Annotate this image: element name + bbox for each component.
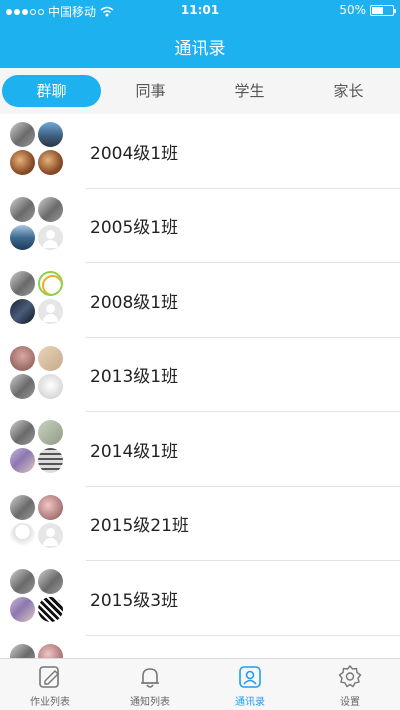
group-avatar xyxy=(10,494,64,549)
tab-group-chat[interactable]: 群聊 xyxy=(2,75,101,107)
member-avatar xyxy=(10,373,35,399)
default-avatar-icon xyxy=(38,299,63,324)
nav-contacts[interactable]: 通讯录 xyxy=(200,659,300,710)
group-avatar xyxy=(10,271,64,325)
member-avatar xyxy=(38,643,63,658)
member-avatar xyxy=(38,373,63,399)
list-item[interactable]: 2005级1班 xyxy=(0,189,400,264)
member-avatar xyxy=(10,299,35,324)
member-avatar xyxy=(38,494,63,520)
list-item[interactable]: 2008级1班 xyxy=(0,263,400,338)
nav-label: 通知列表 xyxy=(130,697,170,708)
member-avatar xyxy=(38,569,63,594)
default-avatar-icon xyxy=(38,224,63,250)
member-avatar xyxy=(38,196,63,222)
member-avatar xyxy=(10,150,35,175)
member-avatar xyxy=(38,150,63,175)
member-avatar xyxy=(10,196,35,222)
tab-students[interactable]: 学生 xyxy=(200,75,299,107)
group-name: 2005级1班 xyxy=(90,218,179,239)
group-name: 2008级1班 xyxy=(90,292,179,313)
nav-label: 通讯录 xyxy=(235,697,265,708)
member-avatar xyxy=(10,643,35,658)
status-right: 50% xyxy=(339,3,396,17)
list-item[interactable]: 2015级3班 xyxy=(0,561,400,636)
group-name: 2013级1班 xyxy=(90,367,179,388)
group-name: 2015级3班 xyxy=(90,590,179,611)
list-item[interactable] xyxy=(0,636,400,658)
nav-label: 作业列表 xyxy=(30,697,70,708)
battery-percent: 50% xyxy=(339,3,366,17)
member-avatar xyxy=(38,448,63,473)
page-title: 通讯录 xyxy=(174,39,226,59)
list-item[interactable]: 2004级1班 xyxy=(0,114,400,189)
member-avatar xyxy=(38,345,63,371)
nav-homework[interactable]: 作业列表 xyxy=(0,659,100,710)
member-avatar xyxy=(10,122,35,147)
member-avatar xyxy=(38,122,63,147)
group-avatar xyxy=(10,643,64,658)
contacts-icon xyxy=(239,666,261,688)
member-avatar xyxy=(10,494,35,520)
nav-notifications[interactable]: 通知列表 xyxy=(100,659,200,710)
battery-icon xyxy=(370,4,396,16)
status-bar: 中国移动 11:01 50% xyxy=(0,0,400,22)
gear-icon xyxy=(338,664,362,688)
group-name: 2014级1班 xyxy=(90,441,179,462)
member-avatar xyxy=(10,597,35,622)
member-avatar xyxy=(10,420,35,445)
group-avatar xyxy=(10,345,64,400)
member-avatar xyxy=(10,448,35,473)
member-avatar xyxy=(10,345,35,371)
member-avatar xyxy=(38,420,63,445)
app-header: 中国移动 11:01 50% 通讯录 xyxy=(0,0,400,68)
group-name: 2004级1班 xyxy=(90,143,179,164)
group-avatar xyxy=(10,569,64,623)
nav-settings[interactable]: 设置 xyxy=(300,659,400,710)
edit-icon xyxy=(39,666,59,688)
group-avatar xyxy=(10,420,64,474)
tab-colleagues[interactable]: 同事 xyxy=(101,75,200,107)
group-name: 2015级21班 xyxy=(90,516,189,537)
member-avatar xyxy=(10,271,35,296)
bell-icon xyxy=(141,668,159,688)
group-avatar xyxy=(10,196,64,251)
group-list: 2004级1班 2005级1班 2008级1班 2013级1班 2014级1班 … xyxy=(0,114,400,658)
member-avatar xyxy=(10,224,35,250)
list-item[interactable]: 2014级1班 xyxy=(0,412,400,487)
bottom-nav: 作业列表 通知列表 通讯录 设置 xyxy=(0,658,400,710)
list-item[interactable]: 2013级1班 xyxy=(0,338,400,413)
member-avatar xyxy=(38,271,63,296)
group-avatar xyxy=(10,122,64,176)
tab-parents[interactable]: 家长 xyxy=(299,75,398,107)
contact-tabs: 群聊 同事 学生 家长 xyxy=(0,68,400,114)
member-avatar xyxy=(38,597,63,622)
member-avatar xyxy=(10,522,35,548)
list-item[interactable]: 2015级21班 xyxy=(0,487,400,562)
default-avatar-icon xyxy=(38,522,63,548)
member-avatar xyxy=(10,569,35,594)
nav-label: 设置 xyxy=(340,697,360,708)
